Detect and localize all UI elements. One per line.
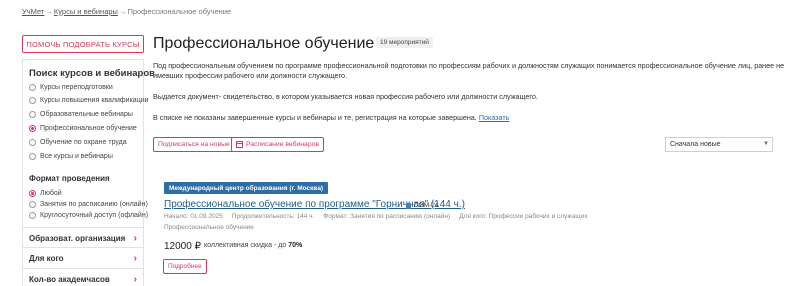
- radio-label: Образовательные вебинары: [40, 111, 133, 118]
- course-audience: Для кого: Профессии рабочих и служащих: [459, 213, 588, 220]
- format-any[interactable]: Любой: [29, 190, 62, 197]
- breadcrumb-separator: →: [118, 7, 127, 16]
- radio-icon[interactable]: [29, 97, 36, 104]
- page-title: Профессиональное обучение: [153, 35, 375, 52]
- radio-label: Любой: [40, 190, 62, 197]
- course-format: Формат: Занятия по расписанию (онлайн): [323, 213, 451, 220]
- course-code-text: ПОМ-24: [414, 202, 439, 209]
- filter-hours[interactable]: Кол-во академчасов ›: [23, 268, 143, 286]
- discount-value: 70%: [288, 242, 303, 249]
- help-choose-courses-button[interactable]: ПОМОЧЬ ПОДОБРАТЬ КУРСЫ: [22, 35, 144, 53]
- search-title: Поиск курсов и вебинаров: [29, 68, 155, 79]
- breadcrumb-separator: →: [45, 7, 53, 16]
- course-type-webinars[interactable]: Образовательные вебинары: [29, 111, 133, 118]
- chevron-right-icon: ›: [133, 273, 137, 285]
- breadcrumb-section-link[interactable]: Курсы и вебинары: [54, 7, 118, 16]
- breadcrumb-current: Профессиональное обучение: [127, 7, 232, 16]
- radio-icon[interactable]: [29, 111, 36, 118]
- hidden-note-text: В списке не показаны завершенные курсы и…: [153, 113, 477, 122]
- chevron-right-icon: ›: [133, 252, 137, 264]
- radio-label: Профессиональное обучение: [40, 125, 137, 132]
- course-type-all[interactable]: Все курсы и вебинары: [29, 153, 113, 160]
- document-icon: [406, 202, 411, 209]
- course-duration: Продолжительность: 144 ч.: [231, 213, 315, 220]
- radio-label: Курсы переподготовки: [40, 84, 113, 91]
- course-type-retraining[interactable]: Курсы переподготовки: [29, 84, 113, 91]
- discount-info: коллективная скидка - до 70%: [204, 242, 302, 249]
- organization-badge[interactable]: Международный центр образования (г. Моск…: [164, 182, 329, 194]
- calendar-icon: [236, 141, 243, 148]
- course-start: Начало: 01.09.2025: [164, 213, 223, 220]
- radio-icon[interactable]: [29, 201, 36, 208]
- format-scheduled-online[interactable]: Занятия по расписанию (онлайн): [29, 201, 148, 208]
- description-text: Под профессиональным обучением по програ…: [153, 61, 785, 80]
- radio-selected-icon[interactable]: [29, 125, 36, 132]
- format-title: Формат проведения: [29, 174, 110, 183]
- radio-label: Занятия по расписанию (онлайн): [40, 201, 148, 208]
- webinar-schedule-button[interactable]: Расписание вебинаров: [231, 137, 324, 152]
- filter-label: Образоват. организация: [29, 233, 126, 243]
- discount-text: коллективная скидка - до: [204, 242, 287, 249]
- document-note: Выдается документ- свидетельство, в кото…: [153, 92, 538, 101]
- course-type-labor-safety[interactable]: Обучение по охране труда: [29, 139, 127, 146]
- chevron-right-icon: ›: [133, 232, 137, 244]
- radio-label: Обучение по охране труда: [40, 139, 127, 146]
- course-price: 12000 ₽: [164, 241, 201, 252]
- hidden-note: В списке не показаны завершенные курсы и…: [153, 113, 793, 123]
- sort-select[interactable]: Сначала новые ▼: [665, 137, 773, 152]
- course-code: ПОМ-24: [406, 202, 439, 209]
- show-link[interactable]: Показать: [479, 113, 510, 122]
- filter-audience[interactable]: Для кого ›: [23, 247, 143, 268]
- chevron-down-icon: ▼: [763, 141, 769, 147]
- radio-label: Круглосуточный доступ (офлайн): [40, 212, 149, 219]
- filter-label: Кол-во академчасов: [29, 274, 110, 284]
- course-category: Профессиональное обучение: [164, 224, 254, 231]
- sidebar-filters: Поиск курсов и вебинаров Курсы переподго…: [22, 59, 155, 286]
- course-type-qualification[interactable]: Курсы повышения квалификации: [29, 97, 149, 104]
- subscribe-button[interactable]: Подписаться на новые: [153, 137, 235, 152]
- radio-label: Курсы повышения квалификации: [40, 97, 149, 104]
- radio-icon[interactable]: [29, 212, 36, 219]
- radio-selected-icon[interactable]: [29, 190, 36, 197]
- filter-organization[interactable]: Образоват. организация ›: [23, 227, 143, 248]
- radio-icon[interactable]: [29, 84, 36, 91]
- radio-icon[interactable]: [29, 139, 36, 146]
- breadcrumb-home-link[interactable]: УчМет: [22, 7, 44, 16]
- details-button[interactable]: Подробнее: [163, 259, 207, 274]
- format-offline-access[interactable]: Круглосуточный доступ (офлайн): [29, 212, 148, 219]
- course-meta: Начало: 01.09.2025 Продолжительность: 144…: [164, 213, 597, 220]
- course-type-professional[interactable]: Профессиональное обучение: [29, 125, 137, 132]
- filter-label: Для кого: [29, 253, 64, 263]
- breadcrumb: УчМет→Курсы и вебинары→Профессиональное …: [22, 7, 231, 16]
- radio-label: Все курсы и вебинары: [40, 153, 113, 160]
- radio-icon[interactable]: [29, 153, 36, 160]
- schedule-button-label: Расписание вебинаров: [246, 141, 319, 148]
- sort-selected-value: Сначала новые: [670, 141, 721, 148]
- events-count-badge: 19 мероприятий: [376, 37, 433, 48]
